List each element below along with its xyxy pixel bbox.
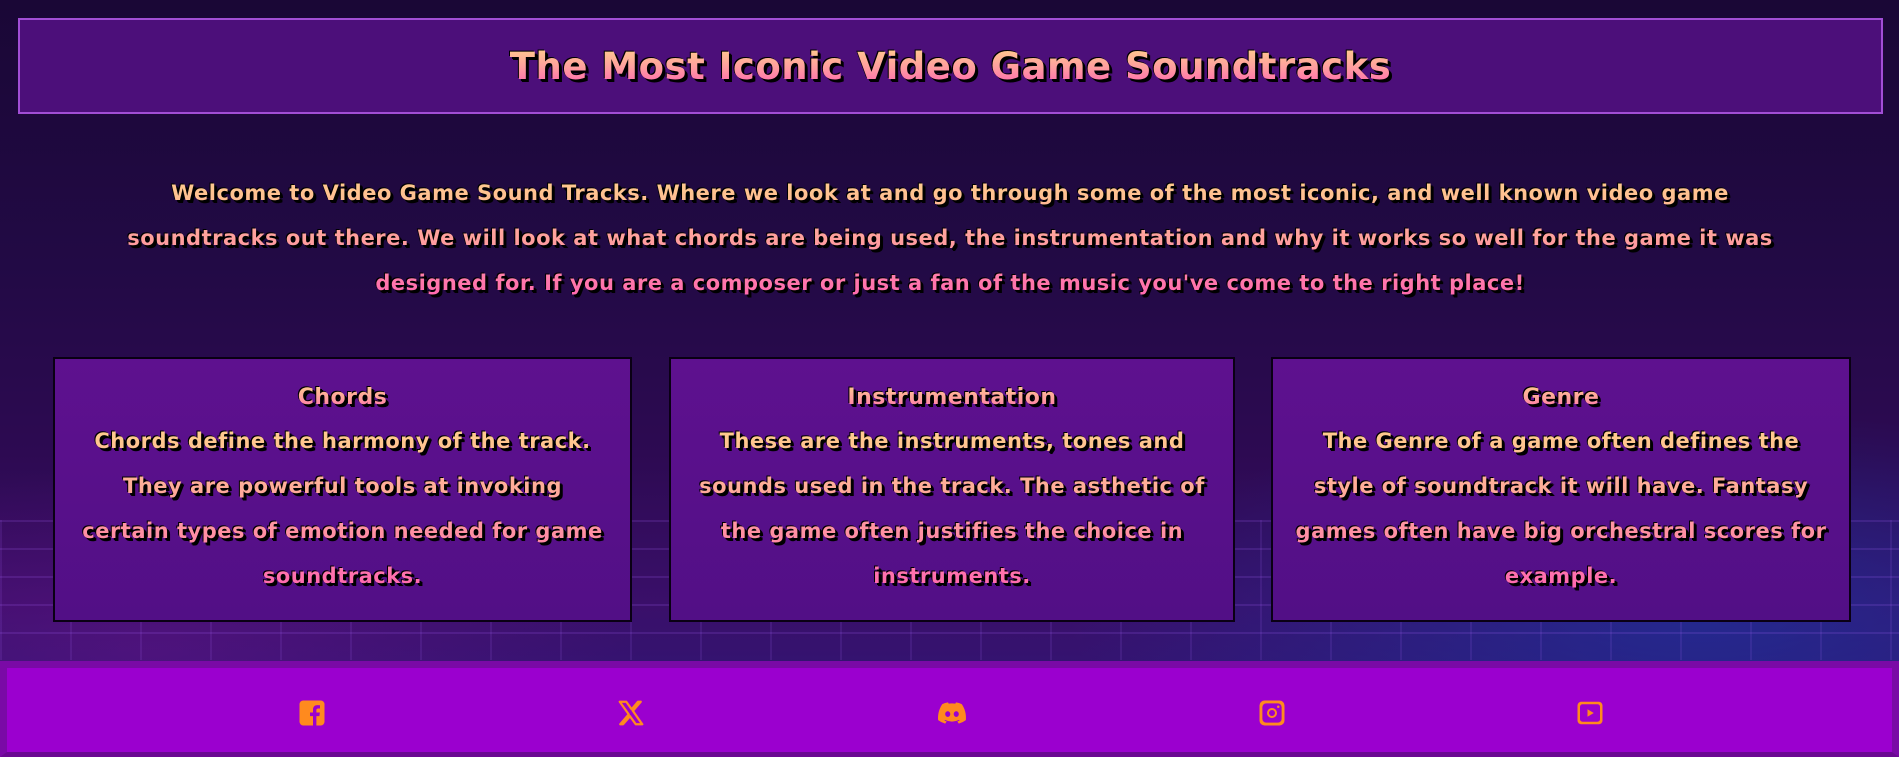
instagram-link[interactable] (1256, 697, 1288, 729)
x-twitter-icon (618, 700, 644, 726)
page-header: The Most Iconic Video Game Soundtracks (18, 18, 1883, 114)
page-title: The Most Iconic Video Game Soundtracks (509, 44, 1392, 88)
youtube-link[interactable] (1574, 697, 1606, 729)
card-title: Instrumentation (693, 383, 1211, 413)
site-footer (0, 661, 1899, 757)
card-title: Genre (1295, 383, 1827, 413)
card-title: Chords (77, 383, 608, 413)
discord-link[interactable] (936, 697, 968, 729)
card-body: The Genre of a game often defines the st… (1295, 419, 1827, 599)
card-instrumentation: Instrumentation These are the instrument… (669, 357, 1235, 622)
card-body: These are the instruments, tones and sou… (693, 419, 1211, 599)
info-cards: Chords Chords define the harmony of the … (53, 357, 1851, 622)
youtube-icon (1577, 701, 1603, 725)
discord-icon (938, 702, 966, 724)
card-genre: Genre The Genre of a game often defines … (1271, 357, 1851, 622)
facebook-icon (299, 700, 325, 726)
card-chords: Chords Chords define the harmony of the … (53, 357, 632, 622)
instagram-icon (1259, 700, 1285, 726)
intro-paragraph: Welcome to Video Game Sound Tracks. Wher… (110, 171, 1790, 306)
x-twitter-link[interactable] (615, 697, 647, 729)
card-body: Chords define the harmony of the track. … (77, 419, 608, 599)
facebook-link[interactable] (296, 697, 328, 729)
